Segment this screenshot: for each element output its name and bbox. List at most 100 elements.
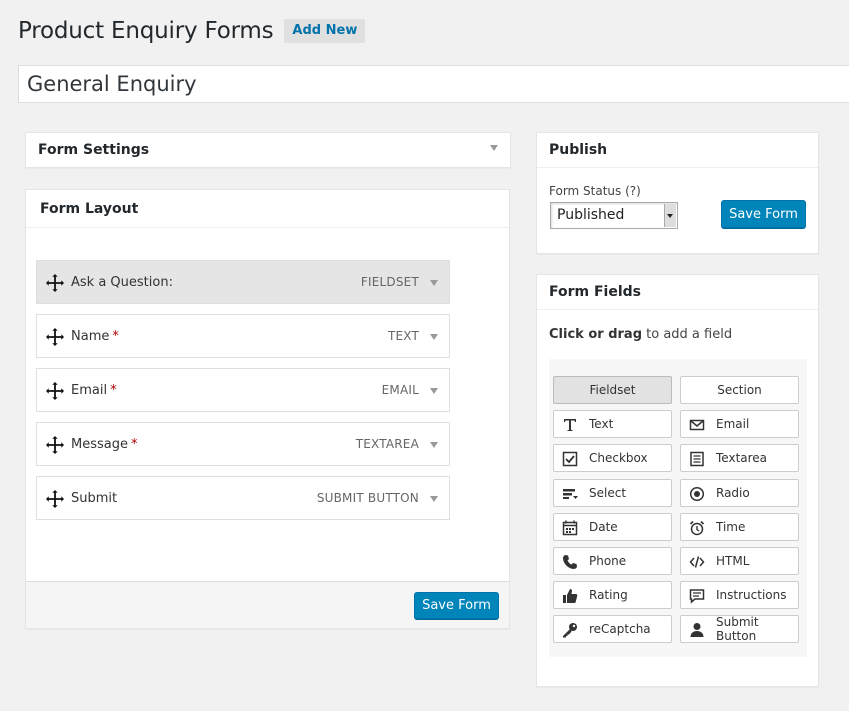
move-icon[interactable]: [46, 490, 64, 508]
form-layout-header: Form Layout: [26, 190, 509, 228]
add-html-button[interactable]: HTML: [680, 547, 799, 575]
field-label: Message *: [71, 437, 137, 452]
envelope-icon: [689, 419, 705, 431]
add-checkbox-button[interactable]: Checkbox: [553, 444, 672, 472]
hint-bold: Click or drag: [549, 327, 642, 342]
publish-box: Publish Form Status (?) Published Save F…: [536, 132, 819, 254]
move-icon[interactable]: [46, 328, 64, 346]
button-label: Fieldset: [589, 383, 636, 397]
add-instructions-button[interactable]: Instructions: [680, 581, 799, 609]
hint-rest: to add a field: [642, 327, 733, 342]
required-marker: *: [130, 436, 138, 452]
button-label: Checkbox: [589, 451, 648, 465]
caret-down-icon[interactable]: [430, 442, 438, 448]
button-label: Phone: [589, 554, 627, 568]
button-label: Radio: [716, 486, 750, 500]
move-icon[interactable]: [46, 436, 64, 454]
form-fields-box: Form Fields Click or drag to add a field…: [536, 274, 819, 687]
publish-header: Publish: [537, 133, 818, 168]
text-icon: [564, 419, 576, 431]
field-type: TEXTAREA: [355, 437, 419, 451]
field-label-text: Name: [71, 328, 110, 344]
caret-down-icon[interactable]: [430, 280, 438, 286]
form-fields-header: Form Fields: [537, 275, 818, 310]
add-fieldset-button[interactable]: Fieldset: [553, 376, 672, 404]
field-type: EMAIL: [381, 383, 419, 397]
add-time-button[interactable]: Time: [680, 513, 799, 541]
form-layout-footer: Save Form: [26, 581, 509, 628]
user-icon: [690, 623, 704, 637]
page-header: Product Enquiry Forms Add New: [18, 18, 366, 44]
field-label: Email *: [71, 383, 117, 398]
required-marker: *: [112, 328, 119, 344]
select-icon: [563, 489, 578, 499]
button-label: Textarea: [716, 451, 768, 465]
move-icon[interactable]: [46, 382, 64, 400]
button-label: reCaptcha: [589, 622, 651, 636]
button-label: Submit Button: [716, 615, 759, 643]
form-status-select[interactable]: Published: [550, 202, 678, 229]
comment-icon: [689, 589, 705, 604]
add-date-button[interactable]: Date: [553, 513, 672, 541]
caret-down-icon[interactable]: [430, 388, 438, 394]
field-type: SUBMIT BUTTON: [316, 491, 419, 505]
layout-field-row[interactable]: Name * TEXT: [36, 314, 450, 358]
add-submit-button[interactable]: Submit Button: [680, 615, 799, 643]
layout-field-row[interactable]: Ask a Question: FIELDSET: [36, 260, 450, 304]
field-label: Name *: [71, 329, 119, 344]
field-label: Ask a Question:: [71, 274, 173, 290]
thumbs-up-icon: [563, 589, 578, 603]
calendar-icon: [562, 520, 578, 536]
checkbox-icon: [562, 451, 578, 467]
button-label: Instructions: [716, 588, 787, 602]
button-label: Section: [717, 383, 762, 397]
code-icon: [689, 556, 705, 568]
field-type: FIELDSET: [360, 275, 419, 289]
form-fields-title: Form Fields: [549, 284, 641, 300]
button-label: HTML: [716, 554, 750, 568]
form-settings-header[interactable]: Form Settings: [26, 133, 510, 167]
add-section-button[interactable]: Section: [680, 376, 799, 404]
layout-field-row[interactable]: Email * EMAIL: [36, 368, 450, 412]
page-title: Product Enquiry Forms: [18, 18, 274, 44]
button-label: Email: [716, 417, 750, 431]
field-buttons-panel: Fieldset Section Text Email Checkbox Tex…: [549, 359, 807, 657]
required-marker: *: [110, 382, 117, 398]
caret-down-icon[interactable]: [430, 334, 438, 340]
form-settings-title: Form Settings: [38, 142, 150, 158]
form-title-input[interactable]: General Enquiry: [18, 65, 849, 103]
add-email-button[interactable]: Email: [680, 410, 799, 438]
field-label-text: Message: [71, 436, 128, 452]
save-form-button[interactable]: Save Form: [414, 592, 499, 619]
layout-field-row[interactable]: Message * TEXTAREA: [36, 422, 450, 466]
caret-down-icon[interactable]: [430, 496, 438, 502]
chevron-down-icon[interactable]: [664, 204, 676, 227]
add-recaptcha-button[interactable]: reCaptcha: [553, 615, 672, 643]
publish-save-form-button[interactable]: Save Form: [721, 200, 806, 228]
layout-field-row[interactable]: Submit SUBMIT BUTTON: [36, 476, 450, 520]
add-phone-button[interactable]: Phone: [553, 547, 672, 575]
add-rating-button[interactable]: Rating: [553, 581, 672, 609]
alarm-clock-icon: [689, 520, 705, 536]
field-label-text: Email: [71, 382, 108, 398]
button-label: Rating: [589, 588, 628, 602]
add-text-button[interactable]: Text: [553, 410, 672, 438]
form-layout-box: Form Layout Ask a Question: FIELDSET Nam…: [25, 189, 510, 629]
form-status-value: Published: [557, 207, 625, 223]
form-settings-box: Form Settings: [25, 132, 511, 168]
move-icon[interactable]: [46, 274, 64, 292]
textarea-icon: [690, 451, 704, 467]
add-select-button[interactable]: Select: [553, 479, 672, 507]
field-label: Submit: [71, 490, 118, 506]
caret-down-icon[interactable]: [490, 145, 498, 151]
add-new-button[interactable]: Add New: [284, 19, 366, 43]
button-label: Date: [589, 520, 618, 534]
add-textarea-button[interactable]: Textarea: [680, 444, 799, 472]
radio-icon: [689, 486, 705, 502]
add-radio-button[interactable]: Radio: [680, 479, 799, 507]
button-label: Text: [589, 417, 614, 431]
form-status-label: Form Status (?): [549, 184, 641, 198]
form-layout-title: Form Layout: [40, 200, 139, 217]
field-type: TEXT: [387, 329, 419, 343]
button-label: Select: [589, 486, 627, 500]
